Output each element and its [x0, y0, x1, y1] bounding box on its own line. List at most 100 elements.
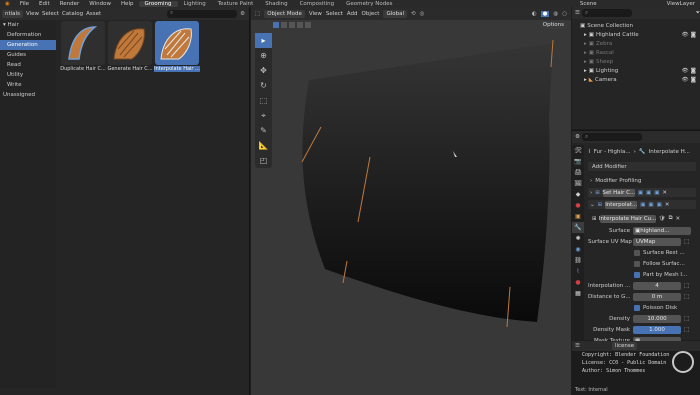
snap-icon[interactable]: ⟲	[411, 11, 416, 17]
asset-thumbnail-interpolate[interactable]	[155, 21, 199, 65]
select-intersect-icon[interactable]	[305, 22, 311, 28]
editmode-toggle-icon[interactable]: ▣	[640, 202, 645, 208]
check-part-by-mesh[interactable]: Part by Mesh I...	[634, 270, 696, 279]
scene-tab-icon[interactable]: ◆	[572, 189, 584, 200]
workspace-tab-shading[interactable]: Shading	[259, 1, 293, 7]
node-group-field[interactable]: Interpolate Hair Cu...	[599, 214, 656, 223]
shading-rendered-icon[interactable]: ○	[562, 11, 567, 17]
catalog-generation[interactable]: Generation	[0, 40, 56, 50]
asset-thumbnail-generate[interactable]	[108, 21, 152, 65]
view-layer-tab-icon[interactable]: 🖼	[572, 178, 584, 189]
attribute-toggle-icon[interactable]: ⬚	[684, 294, 689, 300]
menu-view[interactable]: View	[26, 11, 39, 17]
select-subtract-icon[interactable]	[289, 22, 295, 28]
attribute-toggle-icon[interactable]: ⬚	[684, 239, 689, 245]
modifier-name-field[interactable]: Set Hair C...	[602, 188, 635, 197]
rotate-tool-icon[interactable]: ↻	[255, 78, 272, 93]
density-field[interactable]: 10.000	[633, 314, 681, 323]
expand-icon[interactable]: ▸	[584, 67, 587, 76]
menu-file[interactable]: File	[15, 1, 34, 7]
gear-icon[interactable]: ⚙	[240, 11, 245, 17]
blender-logo-icon[interactable]: ◉	[0, 1, 15, 7]
particles-tab-icon[interactable]: ✺	[572, 233, 584, 244]
checkbox[interactable]	[634, 304, 640, 311]
viewport-toggle-icon[interactable]: ▣	[646, 190, 651, 196]
catalog-read[interactable]: Read	[0, 60, 56, 70]
menu-asset[interactable]: Asset	[86, 11, 101, 17]
scene-collection-row[interactable]: ▣ Scene Collection	[572, 22, 700, 31]
options-dropdown[interactable]: Options	[539, 21, 567, 29]
outliner-search-input[interactable]: ⌕	[581, 9, 632, 17]
attribute-toggle-icon[interactable]: ⬚	[684, 327, 689, 333]
mode-selector[interactable]: Object Mode	[264, 9, 305, 18]
attribute-toggle-icon[interactable]: ⬚	[684, 316, 689, 322]
close-icon[interactable]: ✕	[662, 190, 667, 196]
menu-catalog[interactable]: Catalog	[62, 11, 83, 17]
expand-icon[interactable]: ▸	[584, 31, 587, 40]
catalog-deformation[interactable]: Deformation	[0, 30, 56, 40]
texture-tab-icon[interactable]: ▦	[572, 288, 584, 299]
annotate-tool-icon[interactable]: ✎	[255, 123, 272, 138]
object-tab-icon[interactable]: ▣	[572, 211, 584, 222]
distance-field[interactable]: 0 m	[633, 292, 681, 301]
tool-tab-icon[interactable]: 🛠	[572, 145, 584, 156]
fake-user-icon[interactable]: 🛡	[659, 216, 666, 222]
render-toggle-icon[interactable]: ▣	[654, 190, 659, 196]
workspace-tab-texture-paint[interactable]: Texture Paint	[212, 1, 260, 7]
add-modifier-button[interactable]: Add Modifier	[588, 162, 696, 171]
catalog-unassigned[interactable]: Unassigned	[0, 90, 56, 100]
shading-solid-icon[interactable]: ●	[540, 10, 550, 17]
cursor-tool-icon[interactable]: ⊕	[255, 48, 272, 63]
expand-icon[interactable]: ▸	[584, 58, 587, 67]
editor-type-icon[interactable]: ⚙	[575, 133, 580, 142]
add-cube-tool-icon[interactable]: ◰	[255, 153, 272, 168]
viewport-toggle-icon[interactable]: ▣	[648, 202, 653, 208]
material-tab-icon[interactable]: ●	[572, 277, 584, 288]
library-selector[interactable]: ntials	[2, 9, 23, 18]
camera-render-icon[interactable]: ◙	[691, 76, 696, 85]
world-tab-icon[interactable]: ●	[572, 200, 584, 211]
close-icon[interactable]: ✕	[676, 216, 681, 222]
overlay-icon[interactable]: ◐	[532, 11, 537, 17]
menu-window[interactable]: Window	[84, 1, 116, 7]
catalog-hair[interactable]: ▾ Hair	[0, 20, 56, 30]
editor-type-icon[interactable]: ⬚	[255, 11, 260, 17]
menu-add[interactable]: Add	[347, 11, 358, 17]
uv-map-field[interactable]: UVMap	[633, 237, 681, 246]
scale-tool-icon[interactable]: ⬚	[255, 93, 272, 108]
editmode-toggle-icon[interactable]: ▣	[638, 190, 643, 196]
attribute-toggle-icon[interactable]: ⬚	[684, 283, 689, 289]
expand-icon[interactable]: ▸	[584, 40, 587, 49]
catalog-utility[interactable]: Utility	[0, 70, 56, 80]
modifier-tab-icon[interactable]: 🔧	[572, 222, 584, 233]
workspace-tab-compositing[interactable]: Compositing	[294, 1, 340, 7]
modifier-set-hair-curve[interactable]: › ⊞ Set Hair C... ▣ ▣ ▣ ✕	[588, 188, 696, 197]
checkbox[interactable]	[634, 260, 640, 267]
proportional-edit-icon[interactable]: ◎	[420, 11, 425, 17]
scene-selector[interactable]: Scene	[575, 1, 602, 7]
select-new-icon[interactable]	[273, 22, 279, 28]
editor-type-icon[interactable]: ☰	[575, 9, 580, 18]
checkbox[interactable]	[634, 249, 640, 256]
workspace-tab-lighting[interactable]: Lighting	[178, 1, 212, 7]
measure-tool-icon[interactable]: 📐	[255, 138, 272, 153]
outliner-item-camera[interactable]: ▸ ◣ Camera 👁 ◙	[572, 76, 700, 85]
expand-icon[interactable]: ▸	[584, 49, 587, 58]
text-file-selector[interactable]: license	[611, 342, 638, 350]
camera-render-icon[interactable]: ◙	[691, 31, 696, 40]
checkbox[interactable]	[634, 271, 640, 278]
outliner-item-highland-cattle[interactable]: ▸ ▣ Highland Cattle 👁 ◙	[572, 31, 700, 40]
modifier-interpolate[interactable]: ⌄ ⊞ Interpolat... ▣ ▣ ▣ ✕	[588, 200, 696, 209]
modifier-name-field[interactable]: Interpolat...	[605, 200, 637, 209]
visibility-icon[interactable]: 👁	[682, 31, 689, 40]
menu-view[interactable]: View	[309, 11, 322, 17]
constraints-tab-icon[interactable]: ⛓	[572, 255, 584, 266]
camera-render-icon[interactable]: ◙	[691, 67, 696, 76]
duplicate-icon[interactable]: ⧉	[669, 215, 673, 222]
check-follow-surface[interactable]: Follow Surfac...	[634, 259, 696, 268]
transform-orientation[interactable]: Global	[383, 9, 408, 18]
menu-object[interactable]: Object	[362, 11, 380, 17]
physics-tab-icon[interactable]: ◉	[572, 244, 584, 255]
menu-select[interactable]: Select	[42, 11, 59, 17]
visibility-icon[interactable]: 👁	[682, 67, 689, 76]
